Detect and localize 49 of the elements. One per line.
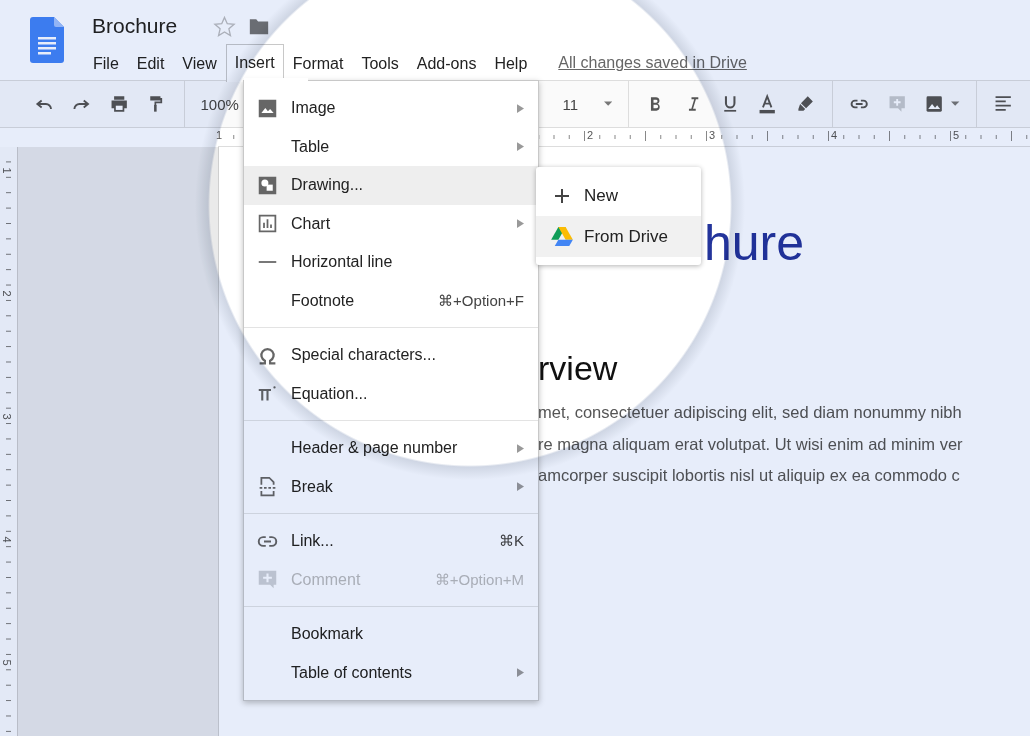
ruler-number: 1 (215, 129, 224, 141)
chart-icon (256, 213, 278, 235)
drive-icon (551, 227, 573, 246)
folder-icon[interactable] (248, 16, 271, 36)
menu-option[interactable]: Footnote ⌘+Option+F (244, 281, 538, 320)
ruler-number: 3 (708, 129, 717, 141)
menu-item[interactable]: Edit (127, 44, 174, 82)
menu-option[interactable]: Table (244, 127, 538, 166)
document-title[interactable]: Brochure (92, 14, 178, 38)
text-color-icon[interactable] (757, 93, 778, 115)
menu-item[interactable]: Add-ons (407, 44, 486, 82)
menu-option[interactable]: Header & page number (244, 429, 538, 468)
document-title-text: hure (704, 214, 806, 273)
menu-option[interactable]: Drawing... (244, 166, 538, 205)
zoom-select[interactable]: 100% (200, 95, 239, 113)
menu-item[interactable]: Insert (225, 44, 284, 82)
drawing-icon (256, 174, 278, 196)
menu-option[interactable]: Table of contents (244, 653, 538, 692)
menu-option[interactable]: Chart (244, 204, 538, 243)
body-text-line: amcorper suscipit lobortis nisl ut aliquip ex ea commodo c (538, 465, 961, 486)
menu-option[interactable]: From Drive (536, 216, 701, 257)
heading-text: rview (538, 348, 619, 389)
ruler-number: 5 (952, 129, 961, 141)
plus-icon (554, 187, 570, 204)
menu-item[interactable]: Tools (352, 44, 408, 82)
caret-icon[interactable] (604, 101, 613, 107)
menu-item[interactable]: File (84, 44, 128, 82)
menu-option[interactable]: Special characters... (244, 336, 538, 375)
menu-option[interactable]: Break (244, 467, 538, 506)
image-icon (256, 97, 278, 119)
menu-option[interactable]: Link... ⌘K (244, 522, 538, 561)
ruler-number: 2 (586, 129, 595, 141)
body-text-line: met, consectetuer adipiscing elit, sed diam nonummy nibh (538, 402, 963, 423)
menu-item[interactable]: Help (485, 44, 537, 82)
star-icon[interactable] (213, 14, 237, 38)
docs-logo-icon[interactable] (30, 17, 64, 63)
body-text-line: re magna aliquam erat volutpat. Ut wisi enim ad minim ver (538, 433, 964, 455)
menu-option[interactable]: Image (244, 89, 538, 128)
menu-option[interactable]: Bookmark (244, 615, 538, 654)
menu-item[interactable]: View (173, 44, 226, 82)
menu-item[interactable]: Format (283, 44, 353, 82)
caret-icon[interactable] (951, 101, 960, 107)
ruler-number: 4 (830, 129, 839, 141)
menu-option[interactable]: New (536, 175, 701, 216)
save-status-link[interactable]: All changes saved in Drive (558, 54, 747, 72)
menu-option[interactable]: Equation... (244, 374, 538, 413)
font-size-select[interactable]: 11 (562, 95, 578, 113)
menu-option[interactable]: Horizontal line (244, 243, 538, 282)
add-comment-icon (256, 569, 278, 591)
